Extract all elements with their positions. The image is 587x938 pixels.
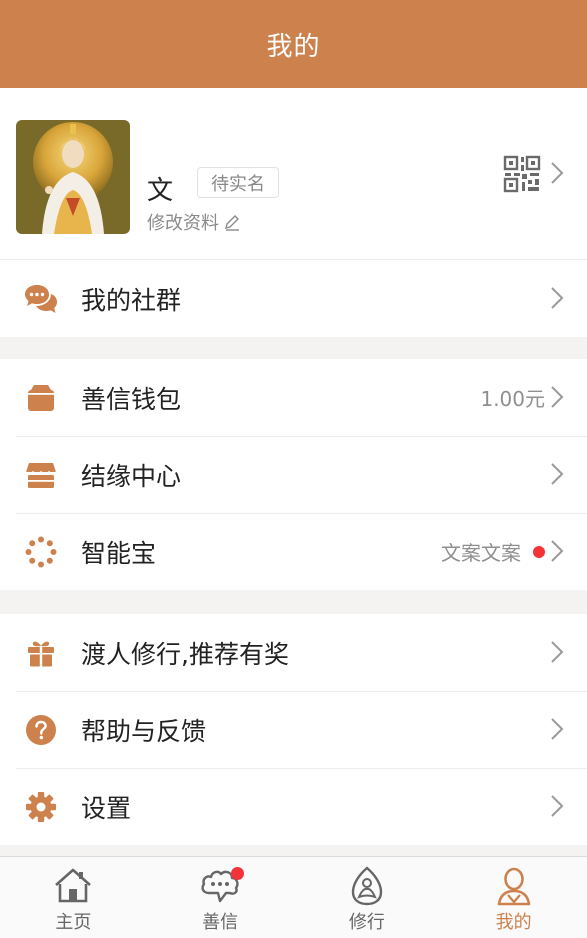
verification-badge[interactable]: 待实名 xyxy=(197,167,279,198)
bottom-tab-bar: 主页 善信 修行 我的 xyxy=(0,856,587,938)
menu-item-karma-center[interactable]: 结缘中心 xyxy=(0,436,587,513)
chevron-right-icon xyxy=(551,386,564,408)
menu-item-label: 善信钱包 xyxy=(81,384,182,414)
menu-item-label: 结缘中心 xyxy=(81,461,182,491)
page-title: 我的 xyxy=(266,31,321,62)
username: 文 xyxy=(147,176,174,206)
qr-code-icon[interactable] xyxy=(503,155,541,193)
chevron-right-icon xyxy=(551,162,564,184)
pencil-icon xyxy=(225,215,239,231)
notification-dot xyxy=(230,867,244,880)
chevron-right-icon xyxy=(551,718,564,740)
menu-item-settings[interactable]: 设置 xyxy=(0,768,587,845)
tab-home[interactable]: 主页 xyxy=(0,857,147,938)
wallet-balance: 1.00元 xyxy=(480,387,545,411)
tab-practice[interactable]: 修行 xyxy=(294,857,441,938)
top-app-bar: 我的 xyxy=(0,0,587,88)
notification-dot xyxy=(533,545,545,558)
tab-mine[interactable]: 我的 xyxy=(440,857,587,938)
avatar[interactable] xyxy=(16,120,130,234)
menu-item-community[interactable]: 我的社群 xyxy=(0,260,587,337)
menu-item-label: 我的社群 xyxy=(81,285,182,315)
menu-item-label: 智能宝 xyxy=(81,538,157,568)
edit-profile-label: 修改资料 xyxy=(147,213,219,234)
menu-item-label: 设置 xyxy=(81,793,132,823)
menu-item-help[interactable]: 帮助与反馈 xyxy=(0,691,587,768)
question-icon xyxy=(24,713,58,747)
menu-group-misc: 渡人修行,推荐有奖 帮助与反馈 设置 xyxy=(0,614,587,845)
profile-card[interactable]: 文 待实名 修改资料 xyxy=(0,88,587,260)
tab-shanxin[interactable]: 善信 xyxy=(147,857,294,938)
chevron-right-icon xyxy=(551,641,564,663)
gear-icon xyxy=(24,790,58,824)
menu-item-wallet[interactable]: 善信钱包 1.00元 xyxy=(0,359,587,436)
tab-label: 我的 xyxy=(495,912,532,933)
menu-group-finance: 善信钱包 1.00元 结缘中心 智能宝 文案文案 xyxy=(0,359,587,590)
chevron-right-icon xyxy=(551,795,564,817)
menu-group-community: 我的社群 xyxy=(0,260,587,337)
menu-item-smart-treasure[interactable]: 智能宝 文案文案 xyxy=(0,513,587,590)
smart-treasure-note: 文案文案 xyxy=(441,541,521,565)
menu-item-referral[interactable]: 渡人修行,推荐有奖 xyxy=(0,614,587,691)
monk-icon xyxy=(497,867,530,906)
prayer-beads-icon xyxy=(24,535,58,569)
tab-label: 主页 xyxy=(55,912,92,933)
menu-item-label: 帮助与反馈 xyxy=(81,716,207,746)
edit-profile-link[interactable]: 修改资料 xyxy=(147,209,241,235)
meditation-icon xyxy=(351,866,383,906)
tab-label: 善信 xyxy=(202,912,239,933)
store-icon xyxy=(24,458,58,492)
home-icon xyxy=(55,868,92,903)
tab-label: 修行 xyxy=(348,912,385,933)
chevron-right-icon xyxy=(551,287,564,309)
gift-icon xyxy=(24,636,58,670)
chevron-right-icon xyxy=(551,540,564,562)
chat-bubbles-icon xyxy=(24,282,58,316)
menu-item-label: 渡人修行,推荐有奖 xyxy=(81,639,289,669)
wallet-icon xyxy=(24,381,58,415)
chevron-right-icon xyxy=(551,463,564,485)
